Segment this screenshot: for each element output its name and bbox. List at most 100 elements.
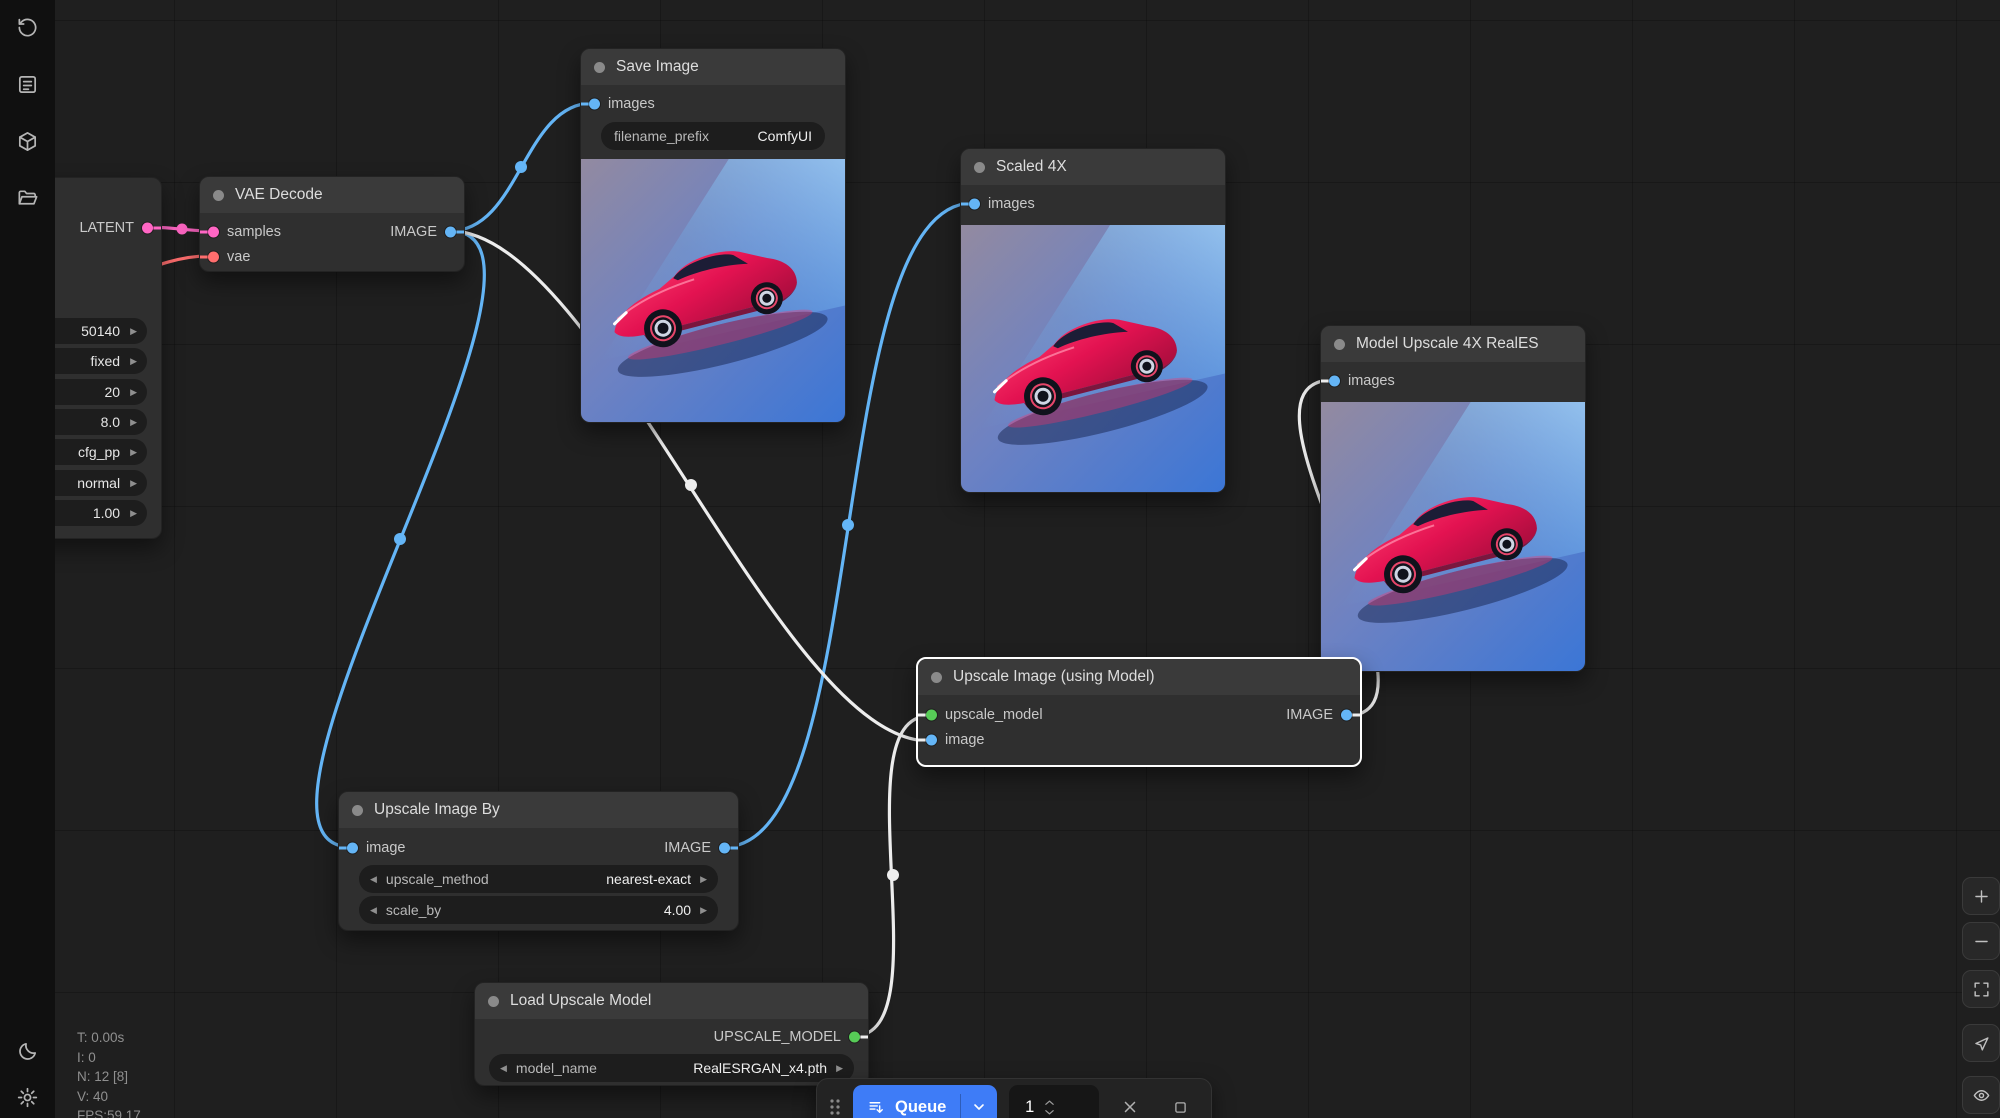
open-folder-icon[interactable]: [15, 185, 41, 211]
toggle-visibility-button[interactable]: [1962, 1076, 2000, 1114]
workflows-icon[interactable]: [15, 71, 41, 97]
image-preview[interactable]: [961, 225, 1225, 492]
node-model-upscale-4x[interactable]: Model Upscale 4X RealES images: [1320, 325, 1586, 672]
collapse-dot-icon[interactable]: [352, 805, 363, 816]
collapse-dot-icon[interactable]: [931, 672, 942, 683]
stop-square-icon: [1172, 1099, 1189, 1116]
decrement-arrow-icon[interactable]: ◀: [370, 906, 377, 915]
node-load-upscale-model[interactable]: Load Upscale Model UPSCALE_MODEL ◀ model…: [474, 982, 869, 1086]
increment-arrow-icon[interactable]: ▶: [130, 387, 137, 398]
upscale-model-input-port[interactable]: [926, 709, 937, 720]
image-output-label: IMAGE: [1286, 707, 1333, 723]
node-save-image[interactable]: Save Image images filename_prefix ComfyU…: [580, 48, 846, 423]
batch-count-value: 1: [1025, 1098, 1034, 1117]
increment-arrow-icon[interactable]: ▶: [130, 447, 137, 458]
vae-input-port[interactable]: [208, 251, 219, 262]
chevron-up-icon[interactable]: [1044, 1099, 1055, 1106]
node-header[interactable]: Save Image: [581, 49, 845, 85]
node-header[interactable]: Upscale Image By: [339, 792, 738, 828]
collapse-dot-icon[interactable]: [488, 996, 499, 1007]
images-input-port[interactable]: [1329, 376, 1340, 387]
node-header[interactable]: VAE Decode: [200, 177, 464, 213]
comfyui-canvas[interactable]: LATENT 50140▶ fixed▶ 20▶ 8.0▶ cfg_pp▶ no…: [0, 0, 2000, 1118]
increment-arrow-icon[interactable]: ▶: [130, 508, 137, 519]
image-output-port[interactable]: [719, 843, 730, 854]
upscale-model-output-port[interactable]: [849, 1032, 860, 1043]
node-header[interactable]: Scaled 4X: [961, 149, 1225, 185]
node-vae-decode[interactable]: VAE Decode samples IMAGE vae: [199, 176, 465, 272]
batch-count-input[interactable]: 1: [1009, 1085, 1099, 1118]
model-name-widget[interactable]: ◀ model_name RealESRGAN_x4.pth ▶: [489, 1054, 854, 1082]
queue-list-icon: [867, 1098, 886, 1117]
chevron-down-icon[interactable]: [1044, 1109, 1055, 1116]
clear-queue-button[interactable]: [1111, 1085, 1149, 1118]
increment-arrow-icon[interactable]: ▶: [700, 906, 707, 915]
image-input-label: image: [366, 840, 406, 856]
eye-icon: [1972, 1086, 1991, 1105]
link-midpoint-dot: [685, 479, 697, 491]
node-scaled-4x[interactable]: Scaled 4X images: [960, 148, 1226, 493]
zoom-out-icon: [1972, 932, 1991, 951]
latent-output-port[interactable]: [142, 223, 153, 234]
increment-arrow-icon[interactable]: ▶: [700, 875, 707, 884]
widget-label: model_name: [516, 1060, 597, 1076]
model-library-icon[interactable]: [15, 128, 41, 154]
fit-view-button[interactable]: [1962, 970, 2000, 1008]
queue-options-dropdown[interactable]: [961, 1085, 997, 1118]
images-input-port[interactable]: [589, 99, 600, 110]
upscale-method-widget[interactable]: ◀ upscale_method nearest-exact ▶: [359, 865, 718, 893]
scale-by-widget[interactable]: ◀ scale_by 4.00 ▶: [359, 896, 718, 924]
node-upscale-image-using-model[interactable]: Upscale Image (using Model) upscale_mode…: [916, 657, 1362, 767]
image-input-port[interactable]: [347, 843, 358, 854]
link-image-to-upscaleby: [317, 231, 485, 847]
stat-version: V: 40: [77, 1087, 141, 1107]
image-output-port[interactable]: [1341, 709, 1352, 720]
stat-fps: FPS:59.17: [77, 1106, 141, 1118]
pan-cursor-button[interactable]: [1962, 1024, 2000, 1062]
node-header[interactable]: Model Upscale 4X RealES: [1321, 326, 1585, 362]
images-input-label: images: [1348, 373, 1395, 389]
increment-arrow-icon[interactable]: ▶: [130, 417, 137, 428]
increment-arrow-icon[interactable]: ▶: [836, 1064, 843, 1073]
queue-button[interactable]: Queue: [853, 1085, 960, 1118]
stop-button[interactable]: [1161, 1085, 1199, 1118]
increment-arrow-icon[interactable]: ▶: [130, 356, 137, 367]
node-upscale-image-by[interactable]: Upscale Image By image IMAGE ◀ upscale_m…: [338, 791, 739, 931]
image-input-port[interactable]: [926, 734, 937, 745]
increment-arrow-icon[interactable]: ▶: [130, 478, 137, 489]
settings-gear-icon[interactable]: [15, 1084, 41, 1110]
collapse-dot-icon[interactable]: [974, 162, 985, 173]
node-header[interactable]: Load Upscale Model: [475, 983, 868, 1019]
queue-button-group: Queue: [853, 1085, 997, 1118]
widget-value: RealESRGAN_x4.pth: [693, 1060, 827, 1076]
node-header[interactable]: Upscale Image (using Model): [918, 659, 1360, 695]
images-input-port[interactable]: [969, 199, 980, 210]
theme-moon-icon[interactable]: [15, 1038, 41, 1064]
increment-arrow-icon[interactable]: ▶: [130, 326, 137, 337]
link-midpoint-dot: [887, 869, 899, 881]
zoom-in-button[interactable]: [1962, 877, 2000, 915]
node-title: Upscale Image (using Model): [953, 668, 1155, 686]
history-icon[interactable]: [15, 14, 41, 40]
image-preview[interactable]: [581, 159, 845, 422]
upscale-model-output-label: UPSCALE_MODEL: [714, 1029, 841, 1045]
latent-output-label: LATENT: [79, 220, 134, 236]
seed-value: 50140: [81, 323, 120, 339]
pan-cursor-icon: [1972, 1034, 1991, 1053]
car-preview-image: [1321, 402, 1585, 671]
car-preview-image: [961, 225, 1225, 492]
image-preview[interactable]: [1321, 402, 1585, 671]
collapse-dot-icon[interactable]: [213, 190, 224, 201]
collapse-dot-icon[interactable]: [1334, 339, 1345, 350]
decrement-arrow-icon[interactable]: ◀: [370, 875, 377, 884]
image-output-port[interactable]: [445, 226, 456, 237]
decrement-arrow-icon[interactable]: ◀: [500, 1064, 507, 1073]
samples-input-port[interactable]: [208, 226, 219, 237]
zoom-in-icon: [1972, 887, 1991, 906]
zoom-out-button[interactable]: [1962, 922, 2000, 960]
collapse-dot-icon[interactable]: [594, 62, 605, 73]
link-image-to-saveimage: [450, 103, 593, 231]
toolbar-drag-handle-icon[interactable]: [829, 1085, 841, 1118]
filename-prefix-widget[interactable]: filename_prefix ComfyUI: [601, 122, 825, 150]
steps-value: 20: [105, 384, 121, 400]
